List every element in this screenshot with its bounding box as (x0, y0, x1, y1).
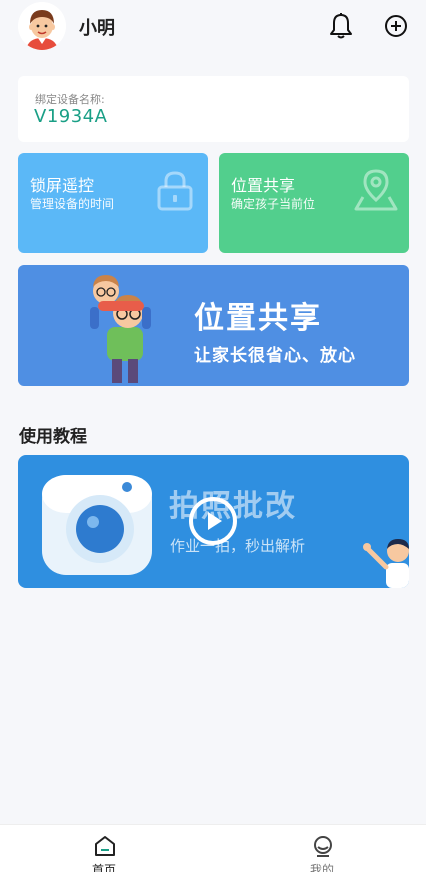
section-title: 使用教程 (19, 427, 87, 447)
location-share-tile[interactable]: 位置共享 确定孩子当前位 (219, 153, 409, 253)
tutorial-video-card[interactable]: 拍照批改 作业一拍，秒出解析 (18, 455, 409, 588)
play-icon (208, 512, 222, 530)
child-illustration (358, 535, 409, 588)
avatar[interactable] (18, 2, 66, 50)
profile-icon (312, 835, 334, 857)
add-circle-icon[interactable] (383, 13, 409, 39)
screen-lock-tile[interactable]: 锁屏遥控 管理设备的时间 (18, 153, 208, 253)
play-button[interactable] (189, 497, 237, 545)
bottom-tab-bar: 首页 我的 (0, 824, 426, 872)
banner-title: 位置共享 (194, 301, 322, 336)
app-screen: 小明 绑定设备名称: V1934A 锁屏遥控 管理设备的时间 位置共享 确定孩子… (0, 0, 426, 872)
tab-label: 首页 (91, 863, 116, 872)
tab-mine[interactable]: 我的 (272, 825, 372, 872)
tile-title: 锁屏遥控 (30, 176, 95, 195)
top-header: 小明 (0, 0, 426, 56)
tab-home[interactable]: 首页 (54, 825, 154, 872)
parent-child-illustration (82, 267, 182, 385)
lock-icon (152, 167, 198, 213)
banner-subtitle: 让家长很省心、放心 (194, 346, 356, 366)
device-name: V1934A (34, 106, 108, 127)
username: 小明 (79, 18, 115, 39)
tile-title: 位置共享 (231, 176, 296, 195)
bound-device-card[interactable]: 绑定设备名称: V1934A (18, 76, 409, 142)
camera-illustration (38, 465, 158, 581)
device-label: 绑定设备名称: (35, 93, 105, 106)
bell-icon[interactable] (328, 12, 354, 40)
map-pin-icon (353, 167, 399, 213)
tile-subtitle: 管理设备的时间 (30, 197, 115, 211)
location-share-banner[interactable]: 位置共享 让家长很省心、放心 (18, 265, 409, 386)
tile-subtitle: 确定孩子当前位 (231, 197, 316, 211)
tab-label: 我的 (309, 863, 334, 872)
video-subtitle: 作业一拍，秒出解析 (170, 537, 306, 555)
home-icon (94, 835, 116, 857)
